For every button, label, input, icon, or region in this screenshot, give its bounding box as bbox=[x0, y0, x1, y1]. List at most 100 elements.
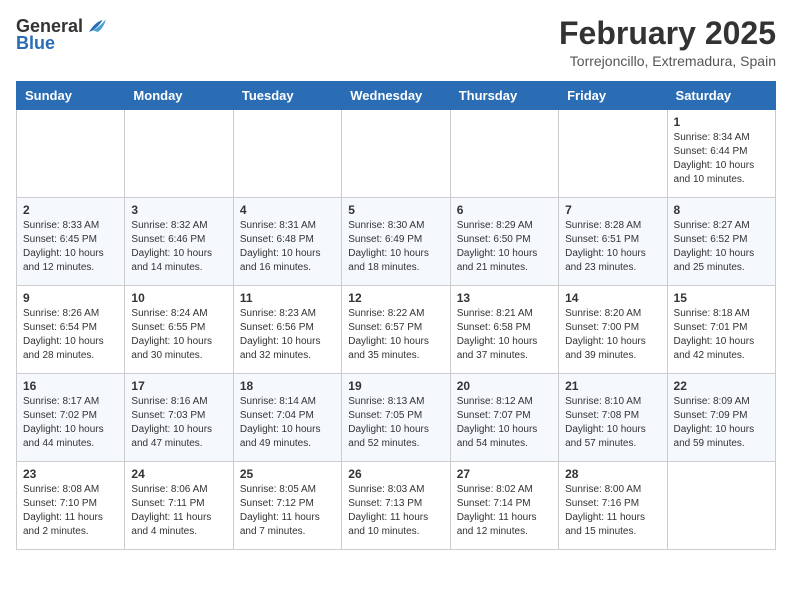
logo-bird-icon bbox=[85, 16, 109, 36]
calendar-cell: 24 Sunrise: 8:06 AMSunset: 7:11 PMDayligh… bbox=[125, 462, 233, 550]
day-number: 10 bbox=[131, 291, 226, 305]
calendar-cell: 11 Sunrise: 8:23 AMSunset: 6:56 PMDayligh… bbox=[233, 286, 341, 374]
day-info-text: Sunrise: 8:12 AMSunset: 7:07 PMDaylight:… bbox=[457, 395, 552, 451]
day-info-text: Sunrise: 8:13 AMSunset: 7:05 PMDaylight:… bbox=[348, 395, 443, 451]
day-info-text: Sunrise: 8:27 AMSunset: 6:52 PMDaylight:… bbox=[674, 219, 769, 275]
calendar-week-4: 16 Sunrise: 8:17 AMSunset: 7:02 PMDayligh… bbox=[17, 374, 776, 462]
calendar-cell: 20 Sunrise: 8:12 AMSunset: 7:07 PMDayligh… bbox=[450, 374, 558, 462]
weekday-header-wednesday: Wednesday bbox=[342, 82, 450, 110]
day-info-text: Sunrise: 8:23 AMSunset: 6:56 PMDaylight:… bbox=[240, 307, 335, 363]
calendar-week-2: 2 Sunrise: 8:33 AMSunset: 6:45 PMDaylight… bbox=[17, 198, 776, 286]
day-number: 5 bbox=[348, 203, 443, 217]
day-info-text: Sunrise: 8:03 AMSunset: 7:13 PMDaylight:… bbox=[348, 483, 443, 539]
weekday-header-friday: Friday bbox=[559, 82, 667, 110]
day-number: 14 bbox=[565, 291, 660, 305]
day-number: 26 bbox=[348, 467, 443, 481]
calendar-cell: 3 Sunrise: 8:32 AMSunset: 6:46 PMDaylight… bbox=[125, 198, 233, 286]
weekday-header-sunday: Sunday bbox=[17, 82, 125, 110]
day-info-text: Sunrise: 8:32 AMSunset: 6:46 PMDaylight:… bbox=[131, 219, 226, 275]
day-number: 21 bbox=[565, 379, 660, 393]
day-info-text: Sunrise: 8:00 AMSunset: 7:16 PMDaylight:… bbox=[565, 483, 660, 539]
calendar-cell bbox=[667, 462, 775, 550]
day-info-text: Sunrise: 8:08 AMSunset: 7:10 PMDaylight:… bbox=[23, 483, 118, 539]
day-number: 12 bbox=[348, 291, 443, 305]
day-number: 20 bbox=[457, 379, 552, 393]
day-info-text: Sunrise: 8:22 AMSunset: 6:57 PMDaylight:… bbox=[348, 307, 443, 363]
day-number: 11 bbox=[240, 291, 335, 305]
weekday-header-monday: Monday bbox=[125, 82, 233, 110]
day-info-text: Sunrise: 8:06 AMSunset: 7:11 PMDaylight:… bbox=[131, 483, 226, 539]
day-info-text: Sunrise: 8:02 AMSunset: 7:14 PMDaylight:… bbox=[457, 483, 552, 539]
calendar-cell: 18 Sunrise: 8:14 AMSunset: 7:04 PMDayligh… bbox=[233, 374, 341, 462]
calendar-cell: 21 Sunrise: 8:10 AMSunset: 7:08 PMDayligh… bbox=[559, 374, 667, 462]
calendar-cell: 9 Sunrise: 8:26 AMSunset: 6:54 PMDaylight… bbox=[17, 286, 125, 374]
day-number: 17 bbox=[131, 379, 226, 393]
day-number: 9 bbox=[23, 291, 118, 305]
day-info-text: Sunrise: 8:18 AMSunset: 7:01 PMDaylight:… bbox=[674, 307, 769, 363]
calendar-cell: 15 Sunrise: 8:18 AMSunset: 7:01 PMDayligh… bbox=[667, 286, 775, 374]
day-number: 3 bbox=[131, 203, 226, 217]
location-subtitle: Torrejoncillo, Extremadura, Spain bbox=[559, 53, 776, 69]
calendar-cell: 1 Sunrise: 8:34 AMSunset: 6:44 PMDaylight… bbox=[667, 110, 775, 198]
day-info-text: Sunrise: 8:21 AMSunset: 6:58 PMDaylight:… bbox=[457, 307, 552, 363]
day-number: 18 bbox=[240, 379, 335, 393]
day-number: 7 bbox=[565, 203, 660, 217]
day-number: 28 bbox=[565, 467, 660, 481]
day-info-text: Sunrise: 8:24 AMSunset: 6:55 PMDaylight:… bbox=[131, 307, 226, 363]
day-number: 25 bbox=[240, 467, 335, 481]
weekday-header-thursday: Thursday bbox=[450, 82, 558, 110]
calendar-cell: 13 Sunrise: 8:21 AMSunset: 6:58 PMDayligh… bbox=[450, 286, 558, 374]
day-number: 24 bbox=[131, 467, 226, 481]
page-header: General Blue February 2025 Torrejoncillo… bbox=[16, 16, 776, 69]
calendar-cell: 28 Sunrise: 8:00 AMSunset: 7:16 PMDayligh… bbox=[559, 462, 667, 550]
weekday-header-row: SundayMondayTuesdayWednesdayThursdayFrid… bbox=[17, 82, 776, 110]
calendar-cell: 7 Sunrise: 8:28 AMSunset: 6:51 PMDaylight… bbox=[559, 198, 667, 286]
calendar-cell: 4Sunrise: 8:31 AMSunset: 6:48 PMDaylight… bbox=[233, 198, 341, 286]
day-number: 2 bbox=[23, 203, 118, 217]
calendar-cell bbox=[233, 110, 341, 198]
calendar-week-3: 9 Sunrise: 8:26 AMSunset: 6:54 PMDaylight… bbox=[17, 286, 776, 374]
calendar-cell: 25Sunrise: 8:05 AMSunset: 7:12 PMDayligh… bbox=[233, 462, 341, 550]
calendar-cell: 16 Sunrise: 8:17 AMSunset: 7:02 PMDayligh… bbox=[17, 374, 125, 462]
calendar-cell: 8Sunrise: 8:27 AMSunset: 6:52 PMDaylight… bbox=[667, 198, 775, 286]
day-info-text: Sunrise: 8:28 AMSunset: 6:51 PMDaylight:… bbox=[565, 219, 660, 275]
calendar-cell bbox=[125, 110, 233, 198]
day-number: 6 bbox=[457, 203, 552, 217]
weekday-header-saturday: Saturday bbox=[667, 82, 775, 110]
calendar-cell: 23 Sunrise: 8:08 AMSunset: 7:10 PMDayligh… bbox=[17, 462, 125, 550]
calendar-table: SundayMondayTuesdayWednesdayThursdayFrid… bbox=[16, 81, 776, 550]
day-number: 19 bbox=[348, 379, 443, 393]
day-info-text: Sunrise: 8:33 AMSunset: 6:45 PMDaylight:… bbox=[23, 219, 118, 275]
day-info-text: Sunrise: 8:09 AMSunset: 7:09 PMDaylight:… bbox=[674, 395, 769, 451]
logo: General Blue bbox=[16, 16, 109, 52]
day-number: 1 bbox=[674, 115, 769, 129]
calendar-cell bbox=[17, 110, 125, 198]
day-info-text: Sunrise: 8:14 AMSunset: 7:04 PMDaylight:… bbox=[240, 395, 335, 451]
calendar-cell: 12 Sunrise: 8:22 AMSunset: 6:57 PMDayligh… bbox=[342, 286, 450, 374]
day-info-text: Sunrise: 8:16 AMSunset: 7:03 PMDaylight:… bbox=[131, 395, 226, 451]
day-number: 22 bbox=[674, 379, 769, 393]
day-number: 15 bbox=[674, 291, 769, 305]
calendar-cell: 6Sunrise: 8:29 AMSunset: 6:50 PMDaylight… bbox=[450, 198, 558, 286]
day-number: 16 bbox=[23, 379, 118, 393]
calendar-cell: 14Sunrise: 8:20 AMSunset: 7:00 PMDayligh… bbox=[559, 286, 667, 374]
day-number: 23 bbox=[23, 467, 118, 481]
day-number: 13 bbox=[457, 291, 552, 305]
calendar-cell: 22 Sunrise: 8:09 AMSunset: 7:09 PMDayligh… bbox=[667, 374, 775, 462]
calendar-cell bbox=[342, 110, 450, 198]
day-info-text: Sunrise: 8:34 AMSunset: 6:44 PMDaylight:… bbox=[674, 131, 769, 187]
day-info-text: Sunrise: 8:17 AMSunset: 7:02 PMDaylight:… bbox=[23, 395, 118, 451]
day-info-text: Sunrise: 8:26 AMSunset: 6:54 PMDaylight:… bbox=[23, 307, 118, 363]
calendar-week-1: 1 Sunrise: 8:34 AMSunset: 6:44 PMDaylight… bbox=[17, 110, 776, 198]
day-info-text: Sunrise: 8:31 AMSunset: 6:48 PMDaylight:… bbox=[240, 219, 335, 275]
calendar-cell: 2 Sunrise: 8:33 AMSunset: 6:45 PMDaylight… bbox=[17, 198, 125, 286]
day-info-text: Sunrise: 8:10 AMSunset: 7:08 PMDaylight:… bbox=[565, 395, 660, 451]
calendar-cell: 27Sunrise: 8:02 AMSunset: 7:14 PMDayligh… bbox=[450, 462, 558, 550]
day-info-text: Sunrise: 8:30 AMSunset: 6:49 PMDaylight:… bbox=[348, 219, 443, 275]
weekday-header-tuesday: Tuesday bbox=[233, 82, 341, 110]
title-block: February 2025 Torrejoncillo, Extremadura… bbox=[559, 16, 776, 69]
calendar-cell: 10 Sunrise: 8:24 AMSunset: 6:55 PMDayligh… bbox=[125, 286, 233, 374]
calendar-cell: 5 Sunrise: 8:30 AMSunset: 6:49 PMDaylight… bbox=[342, 198, 450, 286]
calendar-cell bbox=[559, 110, 667, 198]
calendar-cell: 17 Sunrise: 8:16 AMSunset: 7:03 PMDayligh… bbox=[125, 374, 233, 462]
